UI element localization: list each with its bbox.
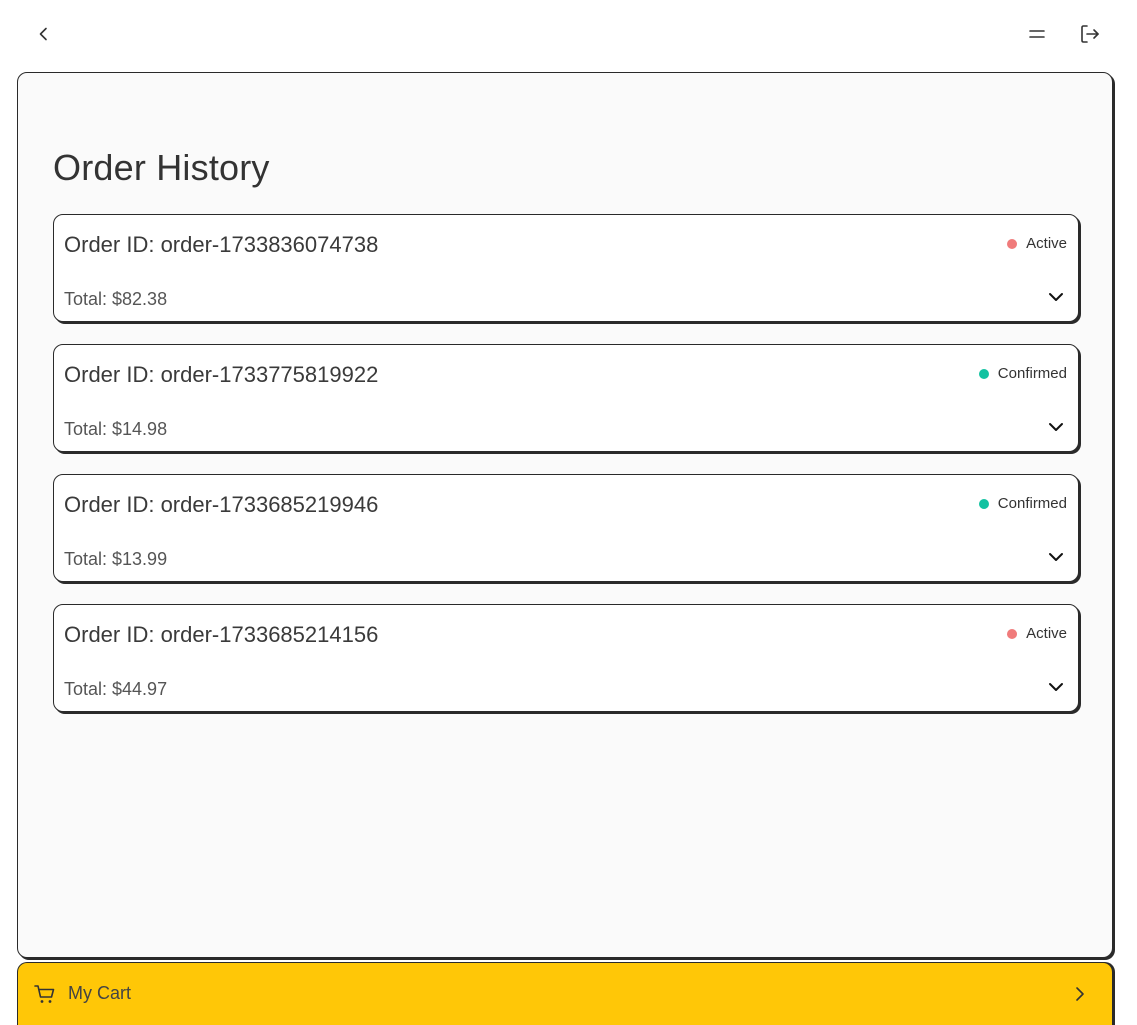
- status-badge: Active: [1007, 235, 1067, 252]
- chevron-down-icon: [1049, 553, 1063, 561]
- menu-icon: [1029, 30, 1045, 38]
- logout-icon: [1081, 25, 1099, 43]
- order-card[interactable]: Order ID: order-1733775819922 Confirmed …: [53, 344, 1079, 452]
- page-title: Order History: [53, 147, 270, 188]
- order-id: Order ID: order-1733685214156: [64, 622, 379, 647]
- status-label: Confirmed: [997, 495, 1067, 512]
- my-cart-button[interactable]: My Cart: [17, 962, 1113, 1025]
- status-dot: [978, 498, 989, 509]
- status-label: Active: [1026, 625, 1067, 642]
- order-total: Total: $14.98: [64, 419, 168, 439]
- status-dot: [978, 368, 989, 379]
- order-card[interactable]: Order ID: order-1733836074738 Active Tot…: [53, 214, 1079, 322]
- logout-button[interactable]: [1076, 20, 1104, 48]
- order-total: Total: $82.38: [64, 289, 168, 309]
- order-total: Total: $13.99: [64, 549, 168, 569]
- order-list: Order ID: order-1733836074738 Active Tot…: [53, 214, 1079, 734]
- expand-button[interactable]: [1046, 547, 1066, 567]
- top-bar: [0, 0, 1137, 70]
- cart-label: My Cart: [68, 983, 131, 1003]
- order-id: Order ID: order-1733775819922: [64, 362, 379, 387]
- order-id: Order ID: order-1733685219946: [64, 492, 379, 517]
- chevron-left-icon: [39, 27, 47, 41]
- order-total: Total: $44.97: [64, 679, 168, 699]
- cart-icon: [34, 985, 55, 1003]
- order-card[interactable]: Order ID: order-1733685214156 Active Tot…: [53, 604, 1079, 712]
- chevron-down-icon: [1049, 423, 1063, 431]
- order-id: Order ID: order-1733836074738: [64, 232, 379, 257]
- status-label: Active: [1026, 235, 1067, 252]
- back-button[interactable]: [30, 20, 58, 48]
- expand-button[interactable]: [1046, 677, 1066, 697]
- expand-button[interactable]: [1046, 417, 1066, 437]
- chevron-down-icon: [1049, 683, 1063, 691]
- menu-button[interactable]: [1023, 20, 1051, 48]
- order-history-panel: Order History Order ID: order-1733836074…: [17, 72, 1113, 958]
- status-badge: Confirmed: [978, 495, 1067, 512]
- status-dot: [1007, 238, 1018, 249]
- expand-button[interactable]: [1046, 287, 1066, 307]
- status-label: Confirmed: [997, 365, 1067, 382]
- chevron-down-icon: [1049, 293, 1063, 301]
- status-badge: Confirmed: [978, 365, 1067, 382]
- status-dot: [1007, 628, 1018, 639]
- order-card[interactable]: Order ID: order-1733685219946 Confirmed …: [53, 474, 1079, 582]
- chevron-right-icon: [1076, 987, 1084, 1001]
- status-badge: Active: [1007, 625, 1067, 642]
